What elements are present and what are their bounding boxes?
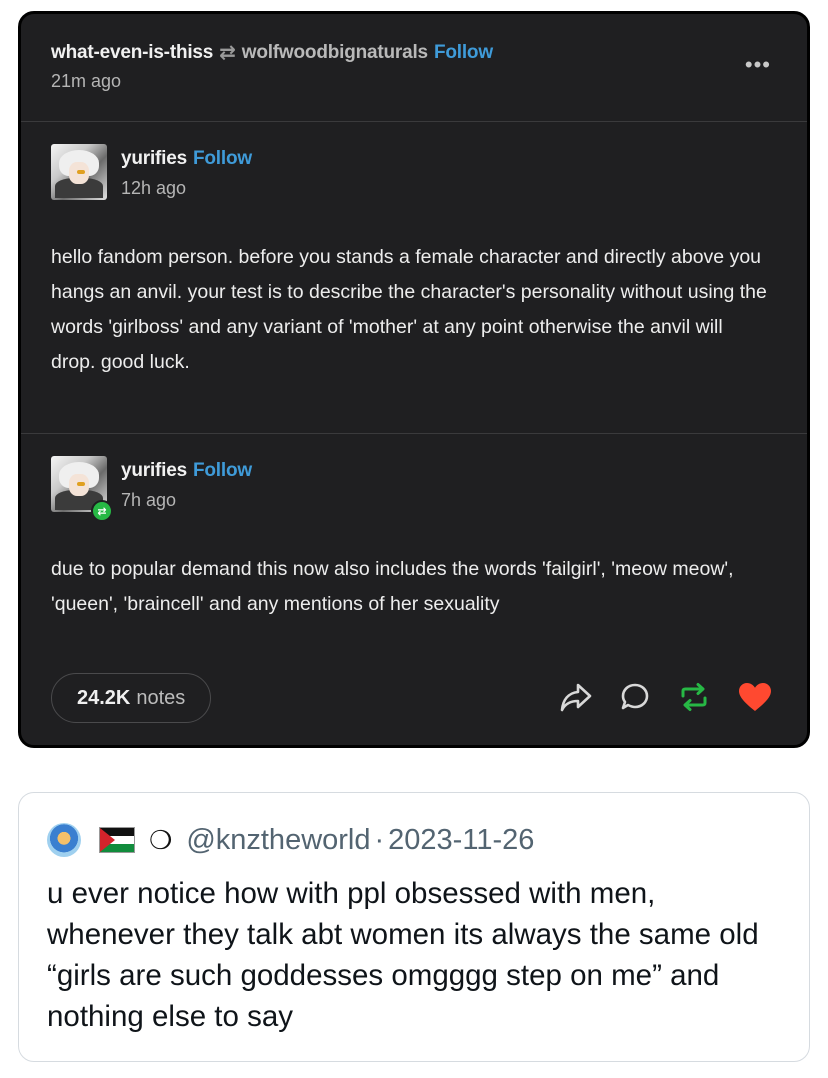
palestine-flag-icon bbox=[99, 827, 135, 853]
reblog-header: what-even-is-thiss ⇄ wolfwoodbignaturals… bbox=[51, 40, 777, 110]
divider bbox=[21, 121, 807, 122]
tweet-handle[interactable]: @knztheworld bbox=[186, 824, 370, 857]
more-options-icon[interactable]: ••• bbox=[745, 54, 771, 76]
avatar[interactable] bbox=[47, 823, 81, 857]
post-actions bbox=[559, 681, 773, 713]
reblog-badge-icon: ⇄ bbox=[91, 500, 113, 522]
share-icon[interactable] bbox=[559, 681, 593, 713]
tweet-date[interactable]: 2023-11-26 bbox=[388, 824, 534, 857]
quoted-tweet-card[interactable]: ❍ @knztheworld · 2023-11-26 u ever notic… bbox=[18, 792, 810, 1062]
tweet-header: ❍ @knztheworld · 2023-11-26 bbox=[47, 823, 534, 857]
follow-button[interactable]: Follow bbox=[193, 148, 252, 170]
divider bbox=[21, 433, 807, 434]
post-time: 7h ago bbox=[121, 490, 177, 510]
reblogger-name[interactable]: what-even-is-thiss bbox=[51, 42, 213, 64]
reblogged-from-name[interactable]: wolfwoodbignaturals bbox=[242, 42, 428, 64]
follow-button[interactable]: Follow bbox=[193, 460, 252, 482]
original-post: yurifies Follow 12h ago hello fandom per… bbox=[51, 144, 767, 424]
post-time: 21m ago bbox=[51, 71, 122, 91]
post-time: 12h ago bbox=[121, 178, 187, 198]
post-username[interactable]: yurifies bbox=[121, 460, 187, 482]
crescent-moon-icon: ❍ bbox=[149, 824, 173, 855]
notes-label: notes bbox=[136, 686, 186, 709]
reblog-addition-post: ⇄ yurifies Follow 7h ago due to popular … bbox=[51, 456, 767, 626]
avatar[interactable] bbox=[51, 144, 107, 200]
post-footer: 24.2K notes bbox=[51, 673, 777, 725]
tumblr-post-card: what-even-is-thiss ⇄ wolfwoodbignaturals… bbox=[18, 11, 810, 748]
post-body: hello fandom person. before you stands a… bbox=[51, 246, 767, 373]
comment-icon[interactable] bbox=[619, 681, 651, 713]
separator: · bbox=[374, 823, 385, 856]
post-username[interactable]: yurifies bbox=[121, 148, 187, 170]
notes-count: 24.2K bbox=[77, 686, 131, 709]
tweet-text: u ever notice how with ppl obsessed with… bbox=[47, 877, 759, 1033]
follow-button[interactable]: Follow bbox=[434, 42, 493, 64]
reblog-icon[interactable] bbox=[677, 681, 711, 713]
like-heart-icon[interactable] bbox=[737, 681, 773, 713]
notes-button[interactable]: 24.2K notes bbox=[51, 673, 212, 723]
reblog-small-icon: ⇄ bbox=[219, 42, 236, 64]
post-body: due to popular demand this now also incl… bbox=[51, 558, 734, 615]
